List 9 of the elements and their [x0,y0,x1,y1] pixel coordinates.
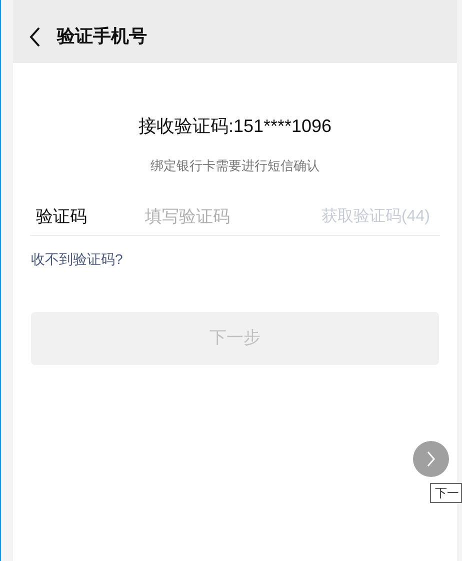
code-label: 验证码 [35,206,88,228]
code-input-field[interactable]: 填写验证码 [145,204,285,230]
help-link[interactable]: 收不到验证码? [31,250,123,266]
receive-code-label: 接收验证码:151****1096 [138,115,332,138]
tooltip: 下一 [430,483,462,503]
page-title: 验证手机号 [57,25,147,48]
back-icon[interactable] [29,26,41,46]
subtitle: 绑定银行卡需要进行短信确认 [150,157,320,175]
chevron-right-icon [426,451,436,467]
